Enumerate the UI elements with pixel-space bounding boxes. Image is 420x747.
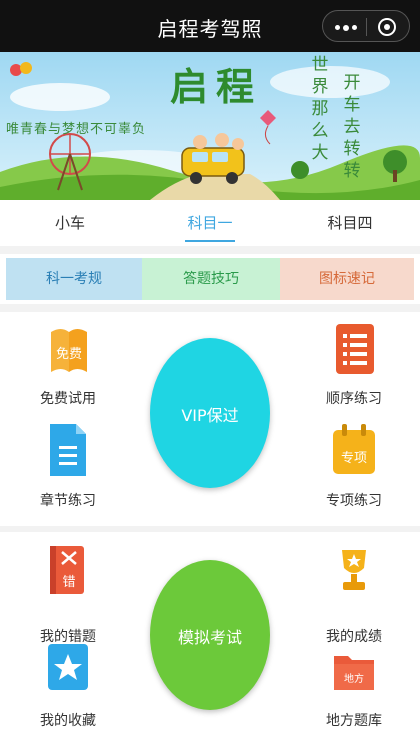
free-trial-item[interactable]: 免费 免费试用 [20, 324, 116, 412]
mock-exam-button[interactable]: 模拟考试 [150, 560, 270, 710]
svg-text:地方: 地方 [344, 672, 364, 685]
capsule-divider [366, 18, 367, 36]
vip-pass-label: VIP保过 [181, 406, 239, 425]
special-practice-item[interactable]: 专项 专项练习 [306, 424, 402, 512]
my-scores-item[interactable]: 我的成绩 [306, 546, 402, 645]
tab-subject-one[interactable]: 科目一 [140, 200, 280, 246]
quick-links-row: 科一考规 答题技巧 图标速记 [0, 254, 420, 304]
my-favorites-label: 我的收藏 [40, 713, 96, 729]
sequential-practice-label: 顺序练习 [326, 391, 382, 407]
banner[interactable]: 启程 唯青春与梦想不可辜负 世 界 那 么 大 开 车 去 转 转 [0, 52, 420, 200]
svg-text:免费: 免费 [56, 347, 82, 362]
banner-slogan: 唯青春与梦想不可辜负 [6, 122, 147, 137]
svg-text:错: 错 [62, 575, 75, 590]
tab-small-car[interactable]: 小车 [0, 200, 140, 246]
chapter-practice-item[interactable]: 章节练习 [20, 424, 116, 512]
more-icon[interactable] [335, 24, 357, 31]
tips-button[interactable]: 答题技巧 [142, 258, 280, 300]
title-bar: 启程考驾照 [0, 0, 420, 52]
my-mistakes-item[interactable]: 错 我的错题 [20, 546, 116, 645]
sequential-practice-item[interactable]: 顺序练习 [306, 324, 402, 412]
mistake-book-icon: 错 [50, 546, 84, 594]
list-icon [336, 324, 374, 374]
chapter-practice-label: 章节练习 [40, 493, 96, 509]
free-trial-label: 免费试用 [40, 391, 96, 407]
star-icon [48, 644, 88, 690]
exam-panel: 错 我的错题 我的成绩 我的收藏 地方 地方题库 模拟考试 [0, 532, 420, 747]
vip-pass-button[interactable]: VIP保过 [150, 338, 270, 488]
book-icon: 免费 [51, 329, 87, 372]
my-favorites-item[interactable]: 我的收藏 [20, 644, 116, 732]
banner-poem-col-1: 世 界 那 么 大 [311, 55, 329, 163]
mock-exam-label: 模拟考试 [177, 628, 242, 647]
regional-bank-item[interactable]: 地方 地方题库 [306, 644, 402, 732]
special-practice-label: 专项练习 [326, 493, 382, 509]
practice-panel: 免费 免费试用 顺序练习 章节练习 专项 专项练习 VIP保过 [0, 312, 420, 526]
rules-button[interactable]: 科一考规 [6, 258, 142, 300]
tab-subject-four[interactable]: 科目四 [280, 200, 420, 246]
regional-bank-label: 地方题库 [326, 713, 382, 729]
document-icon [50, 424, 86, 476]
trophy-icon [342, 550, 366, 590]
subject-tabs: 小车 科目一 科目四 [0, 200, 420, 246]
svg-text:专项: 专项 [341, 451, 367, 466]
calendar-icon: 专项 [333, 424, 375, 474]
close-icon[interactable] [378, 18, 396, 36]
my-mistakes-label: 我的错题 [40, 629, 96, 645]
signs-button[interactable]: 图标速记 [280, 258, 414, 300]
my-scores-label: 我的成绩 [326, 629, 382, 645]
miniapp-capsule [322, 10, 410, 42]
banner-poem-col-2: 开 车 去 转 转 [343, 73, 361, 181]
banner-title: 启程 [170, 64, 263, 109]
folder-icon: 地方 [334, 656, 374, 690]
